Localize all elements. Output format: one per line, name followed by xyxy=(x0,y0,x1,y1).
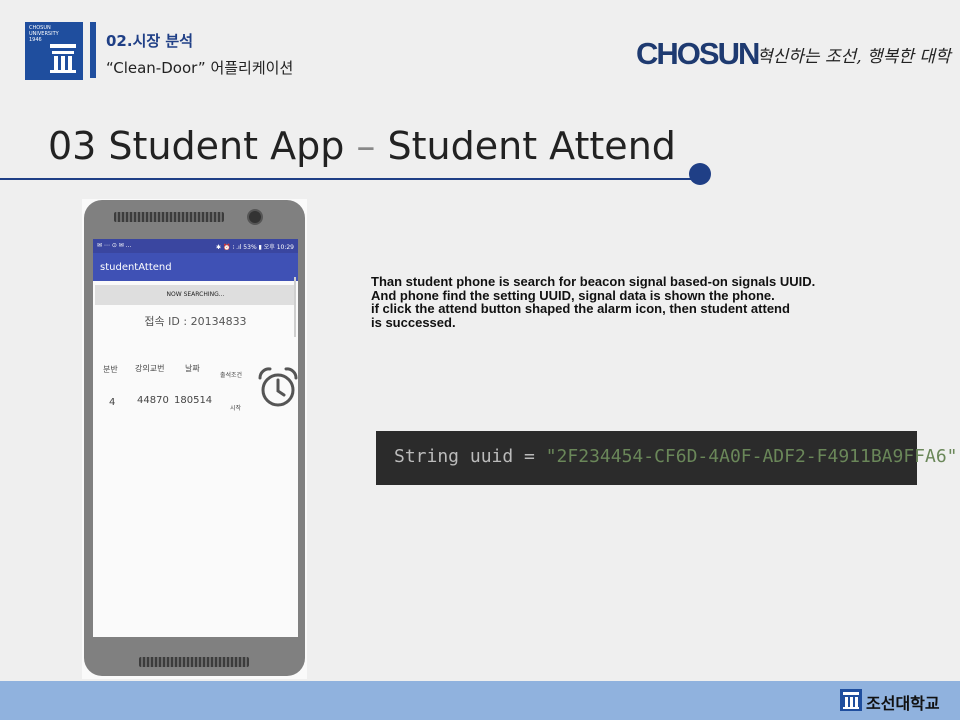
university-logo: CHOSUN UNIVERSITY 1946 xyxy=(25,22,83,80)
brand-wordmark: CHOSUN xyxy=(636,36,760,71)
description-line: is successed. xyxy=(371,314,456,330)
brand-slogan: 혁신하는 조선, 행복한 대학 xyxy=(757,47,951,67)
scrollbar[interactable] xyxy=(294,277,296,337)
app-title: studentAttend xyxy=(100,262,172,273)
footer-emblem-icon xyxy=(840,689,862,711)
slide-title: 03 Student App – Student Attend xyxy=(48,124,676,168)
title-underline xyxy=(0,178,700,180)
table-cell-date: 180514 xyxy=(174,395,213,406)
phone-screenshot: ✉ ⋯ ⊙ ✉ ... ✱ ⏰ ⁝ .ıl 53% ▮ 오후 10:29 stu… xyxy=(82,199,307,679)
table-header-condition: 출석조건 xyxy=(220,372,243,379)
description-text: Than student phone is search for beacon … xyxy=(371,275,951,329)
phone-frame: ✉ ⋯ ⊙ ✉ ... ✱ ⏰ ⁝ .ıl 53% ▮ 오후 10:29 stu… xyxy=(84,200,305,676)
table-header-section: 분반 xyxy=(103,365,118,374)
code-uuid-string: "2F234454-CF6D-4A0F-ADF2-F4911BA9FFA6" xyxy=(545,446,958,467)
description-line: And phone find the setting UUID, signal … xyxy=(371,287,775,303)
code-prefix: String uuid = xyxy=(394,446,546,467)
table-header-course: 강의교번 xyxy=(135,364,165,373)
footer-bar xyxy=(0,681,960,720)
section-subtitle: “Clean-Door” 어플리케이션 xyxy=(106,59,294,77)
phone-speaker-bottom xyxy=(139,657,249,667)
table-cell-section: 4 xyxy=(109,397,116,408)
status-bar: ✉ ⋯ ⊙ ✉ ... ✱ ⏰ ⁝ .ıl 53% ▮ 오후 10:29 xyxy=(93,239,298,253)
university-emblem-icon xyxy=(50,44,76,73)
description-line: Than student phone is search for beacon … xyxy=(371,274,816,289)
search-button[interactable]: NOW SEARCHING... xyxy=(95,285,296,305)
section-label: 02.시장 분석 xyxy=(106,32,193,50)
phone-speaker-top xyxy=(114,212,224,222)
code-line: String uuid = "2F234454-CF6D-4A0F-ADF2-F… xyxy=(394,446,960,467)
alarm-clock-icon[interactable] xyxy=(256,366,298,410)
phone-screen: ✉ ⋯ ⊙ ✉ ... ✱ ⏰ ⁝ .ıl 53% ▮ 오후 10:29 stu… xyxy=(93,239,298,637)
slide-title-dash: – xyxy=(344,124,388,168)
footer-university-name: 조선대학교 xyxy=(866,694,940,713)
app-bar: studentAttend xyxy=(93,253,298,281)
title-underline-dot xyxy=(689,163,711,185)
header-divider xyxy=(90,22,96,78)
slide-title-main: 03 Student App xyxy=(48,124,345,168)
table-cell-course: 44870 xyxy=(137,395,169,406)
camera-icon xyxy=(247,209,263,225)
description-line: if click the attend button shaped the al… xyxy=(371,301,790,316)
table-cell-condition: 시작 xyxy=(230,405,242,412)
slide-title-sub: Student Attend xyxy=(387,124,676,168)
status-right: ✱ ⏰ ⁝ .ıl 53% ▮ 오후 10:29 xyxy=(216,244,294,251)
code-snippet: String uuid = "2F234454-CF6D-4A0F-ADF2-F… xyxy=(376,431,960,485)
table-header-date: 날짜 xyxy=(185,364,200,373)
university-logo-text: CHOSUN UNIVERSITY 1946 xyxy=(29,25,59,43)
status-left: ✉ ⋯ ⊙ ✉ ... xyxy=(97,242,132,249)
connection-id: 접속 ID : 20134833 xyxy=(144,315,247,328)
